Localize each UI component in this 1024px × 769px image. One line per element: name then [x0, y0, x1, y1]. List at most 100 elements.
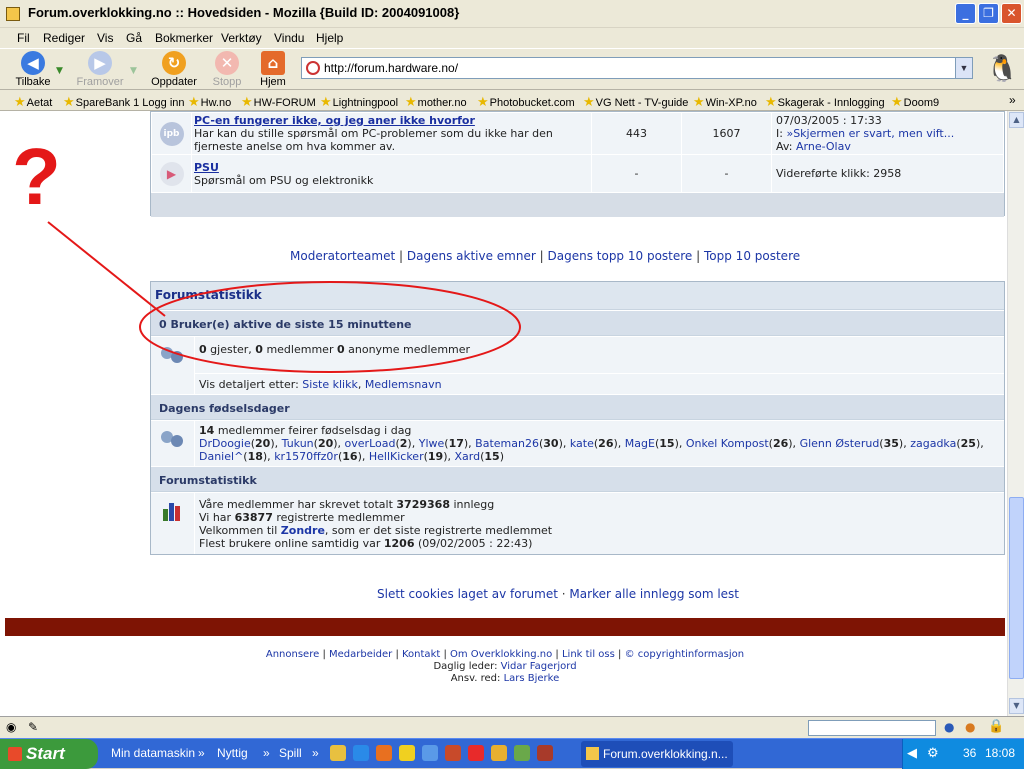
quicklaunch-media-icon[interactable] — [399, 745, 415, 761]
birthday-member-link[interactable]: Tukun — [282, 437, 314, 450]
footer-link[interactable]: Kontakt — [402, 649, 440, 660]
forum-last-post: 07/03/2005 : 17:33 I: »Skjermen er svart… — [771, 112, 1004, 155]
bookmark-item[interactable]: ★Aetat — [14, 94, 52, 110]
quicklaunch-ie-icon[interactable] — [353, 745, 369, 761]
bookmark-item[interactable]: ★Photobucket.com — [477, 94, 575, 110]
birthday-member-link[interactable]: Xard — [455, 450, 481, 463]
maximize-button[interactable]: ❐ — [978, 3, 999, 24]
last-post-topic-link[interactable]: Skjermen er svart, men vift... — [793, 127, 954, 140]
address-bar[interactable]: http://forum.hardware.no/ ▼ — [301, 57, 973, 79]
quicklaunch-icon[interactable] — [514, 745, 530, 761]
active-topics-link[interactable]: Dagens aktive emner — [407, 249, 536, 263]
taskbar-window-button[interactable]: Forum.overklokking.n... — [581, 741, 733, 767]
birthday-member-link[interactable]: Onkel Kompost — [686, 437, 769, 450]
editor-link[interactable]: Lars Bjerke — [504, 673, 560, 684]
vertical-scrollbar[interactable]: ▲ ▼ — [1007, 111, 1024, 716]
status-edit-icon[interactable]: ✎ — [28, 720, 38, 734]
forum-title-link[interactable]: PC-en fungerer ikke, og jeg aner ikke hv… — [194, 114, 475, 127]
moderators-link[interactable]: Moderatorteamet — [290, 249, 395, 263]
quicklaunch-icon[interactable] — [491, 745, 507, 761]
home-button[interactable]: ⌂ Hjem — [249, 51, 297, 89]
top10-today-link[interactable]: Dagens topp 10 postere — [548, 249, 693, 263]
bookmarks-overflow-icon[interactable]: » — [1009, 93, 1016, 107]
birthday-member-link[interactable]: zagadka — [910, 437, 956, 450]
bookmark-item[interactable]: ★Skagerak - Innlogging — [765, 94, 885, 110]
quicklaunch-icon[interactable] — [330, 745, 346, 761]
footer-link[interactable]: Link til oss — [562, 649, 615, 660]
birthday-member-link[interactable]: Daniel^ — [199, 450, 243, 463]
reload-button[interactable]: ↻ Oppdater — [148, 51, 200, 89]
menu-window[interactable]: Vindu — [274, 31, 304, 45]
scroll-down-icon[interactable]: ▼ — [1009, 698, 1024, 714]
bookmark-item[interactable]: ★HW-FORUM — [241, 94, 316, 110]
birthday-member-link[interactable]: Bateman26 — [475, 437, 539, 450]
url-text: http://forum.hardware.no/ — [324, 61, 459, 75]
footer-link[interactable]: Om Overklokking.no — [450, 649, 552, 660]
quicklaunch-icon[interactable] — [422, 745, 438, 761]
last-post-author-link[interactable]: Arne-Olav — [796, 140, 851, 153]
minimize-button[interactable]: _ — [955, 3, 976, 24]
forum-title-link[interactable]: PSU — [194, 161, 219, 174]
bookmark-item[interactable]: ★Win-XP.no — [693, 94, 757, 110]
menu-edit[interactable]: Rediger — [43, 31, 85, 45]
birthday-member-link[interactable]: MagE — [625, 437, 655, 450]
footer-link[interactable]: Annonsere — [266, 649, 319, 660]
toolbar-overflow-icon[interactable]: » — [198, 746, 205, 760]
menu-help[interactable]: Hjelp — [316, 31, 343, 45]
toolbar-games[interactable]: Spill — [279, 746, 302, 760]
close-button[interactable]: ✕ — [1001, 3, 1022, 24]
status-component-icon[interactable]: ◉ — [6, 720, 16, 734]
stop-button[interactable]: ✕ Stopp — [203, 51, 251, 89]
menu-tools[interactable]: Verktøy — [221, 31, 262, 45]
menu-view[interactable]: Vis — [97, 31, 113, 45]
birthday-member-link[interactable]: Glenn Østerud — [800, 437, 880, 450]
bookmark-item[interactable]: ★SpareBank 1 Logg inn — [63, 94, 185, 110]
delete-cookies-link[interactable]: Slett cookies laget av forumet — [377, 587, 558, 601]
birthday-member-link[interactable]: kate — [570, 437, 594, 450]
tray-network-icon[interactable]: ⚙ — [927, 745, 939, 761]
page-footer: Annonsere | Medarbeider | Kontakt | Om O… — [265, 649, 745, 684]
tray-collapse-icon[interactable]: ◀ — [907, 745, 917, 761]
footer-link[interactable]: Medarbeider — [329, 649, 392, 660]
birthday-member-link[interactable]: overLoad — [345, 437, 396, 450]
quicklaunch-icon[interactable] — [445, 745, 461, 761]
leader-link[interactable]: Vidar Fagerjord — [501, 661, 577, 672]
menu-file[interactable]: Fil — [17, 31, 30, 45]
scroll-up-icon[interactable]: ▲ — [1009, 112, 1024, 128]
cookie-icon: ● — [965, 720, 976, 734]
sort-by-last-click-link[interactable]: Siste klikk — [302, 378, 358, 391]
url-history-dropdown-icon[interactable]: ▼ — [955, 58, 972, 78]
forum-row: ipb PC-en fungerer ikke, og jeg aner ikk… — [151, 112, 1004, 155]
active-users-row: 0 gjester, 0 medlemmer 0 anonyme medlemm… — [151, 336, 1004, 394]
forward-button[interactable]: ▶ Framover — [76, 51, 124, 89]
birthday-member-link[interactable]: DrDoogie — [199, 437, 251, 450]
bookmark-item[interactable]: ★VG Nett - TV-guide — [583, 94, 688, 110]
sort-by-name-link[interactable]: Medlemsnavn — [365, 378, 442, 391]
forward-dropdown-icon[interactable]: ▼ — [130, 66, 137, 76]
bookmark-item[interactable]: ★Lightningpool — [320, 94, 398, 110]
bookmarks-toolbar: ★Aetat ★SpareBank 1 Logg inn ★Hw.no ★HW-… — [0, 90, 1024, 111]
quicklaunch-icon[interactable] — [537, 745, 553, 761]
footer-link[interactable]: © copyrightinformasjon — [625, 649, 745, 660]
bookmark-item[interactable]: ★mother.no — [405, 94, 467, 110]
quicklaunch-firefox-icon[interactable] — [376, 745, 392, 761]
mark-all-read-link[interactable]: Marker alle innlegg som lest — [569, 587, 739, 601]
bookmark-item[interactable]: ★Doom9 — [891, 94, 939, 110]
birthday-member-link[interactable]: Ylwe — [419, 437, 445, 450]
menu-go[interactable]: Gå — [126, 31, 142, 45]
back-dropdown-icon[interactable]: ▼ — [56, 66, 63, 76]
bookmark-item[interactable]: ★Hw.no — [188, 94, 231, 110]
back-button[interactable]: ◀ Tilbake — [9, 51, 57, 89]
scroll-thumb[interactable] — [1009, 497, 1024, 679]
newest-member-link[interactable]: Zondre — [281, 524, 325, 537]
menu-bookmarks[interactable]: Bokmerker — [155, 31, 213, 45]
birthday-member-link[interactable]: kr1570ffz0r — [274, 450, 338, 463]
toolbar-overflow-icon[interactable]: » — [263, 746, 270, 760]
toolbar-overflow-icon[interactable]: » — [312, 746, 319, 760]
toolbar-useful[interactable]: Nyttig — [217, 746, 248, 760]
start-button[interactable]: Start — [0, 739, 98, 769]
top10-posters-link[interactable]: Topp 10 postere — [704, 249, 800, 263]
quicklaunch-icon[interactable] — [468, 745, 484, 761]
birthday-member-link[interactable]: HellKicker — [369, 450, 424, 463]
toolbar-my-computer[interactable]: Min datamaskin — [111, 746, 195, 760]
